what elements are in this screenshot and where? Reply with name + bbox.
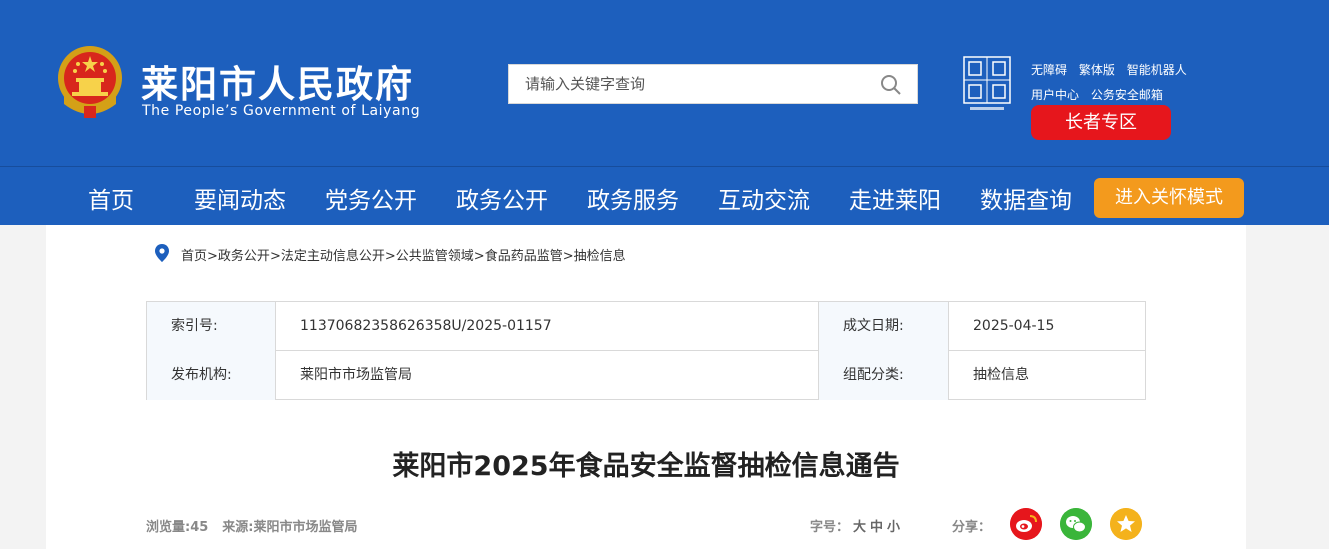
- breadcrumb-item-inspection-info[interactable]: 抽检信息: [574, 249, 626, 264]
- breadcrumb: 首页>政务公开>法定主动信息公开>公共监管领域>食品药品监管>抽检信息: [181, 245, 626, 264]
- font-size-small-button[interactable]: 小: [887, 520, 900, 535]
- nav-item-government-services[interactable]: 政务服务: [587, 181, 679, 215]
- font-size-medium-button[interactable]: 中: [870, 520, 883, 535]
- breadcrumb-item-government-affairs[interactable]: 政务公开: [218, 249, 270, 264]
- yantai-china-logo-icon: [963, 56, 1011, 110]
- care-mode-button[interactable]: 进入关怀模式: [1094, 178, 1244, 218]
- traditional-chinese-link[interactable]: 繁体版: [1079, 63, 1115, 77]
- breadcrumb-separator: >: [473, 249, 485, 264]
- official-email-link[interactable]: 公务安全邮箱: [1091, 88, 1163, 102]
- article-source: 来源:莱阳市市场监管局: [222, 520, 358, 535]
- font-size-control: 字号：大中小: [810, 516, 900, 535]
- document-meta-table: 索引号: 11370682358626358U/2025-01157 成文日期:…: [146, 301, 1146, 400]
- accessibility-link[interactable]: 无障碍: [1031, 63, 1067, 77]
- nav-item-government-affairs[interactable]: 政务公开: [456, 181, 548, 215]
- publisher-label: 发布机构:: [147, 351, 276, 400]
- index-value: 11370682358626358U/2025-01157: [276, 302, 819, 351]
- article-title: 莱阳市2025年食品安全监督抽检信息通告: [392, 451, 900, 482]
- site-subtitle: The People’s Government of Laiyang: [142, 103, 421, 119]
- breadcrumb-separator: >: [269, 249, 281, 264]
- favorite-star-icon[interactable]: [1110, 508, 1142, 540]
- category-label: 组配分类:: [819, 351, 949, 400]
- date-value: 2025-04-15: [973, 318, 1055, 334]
- nav-item-news[interactable]: 要闻动态: [194, 181, 286, 215]
- elder-zone-button[interactable]: 长者专区: [1031, 105, 1171, 140]
- wechat-share-icon[interactable]: [1060, 508, 1092, 540]
- breadcrumb-separator: >: [207, 249, 218, 264]
- breadcrumb-item-statutory-disclosure[interactable]: 法定主动信息公开: [281, 249, 385, 264]
- font-size-large-button[interactable]: 大: [853, 520, 866, 535]
- article-info: 浏览量:45 来源:莱阳市市场监管局: [146, 516, 372, 535]
- view-count: 浏览量:45: [146, 520, 209, 535]
- breadcrumb-separator: >: [562, 249, 574, 264]
- nav-item-data-query[interactable]: 数据查询: [980, 181, 1072, 215]
- search-input[interactable]: [509, 65, 869, 103]
- site-header: 莱阳市人民政府 The People’s Government of Laiya…: [0, 0, 1329, 166]
- weibo-share-icon[interactable]: [1010, 508, 1042, 540]
- category-value: 抽检信息: [973, 367, 1029, 383]
- breadcrumb-item-public-supervision[interactable]: 公共监管领域: [396, 249, 474, 264]
- breadcrumb-item-food-drug[interactable]: 食品药品监管: [485, 249, 563, 264]
- publisher-value: 莱阳市市场监管局: [276, 351, 819, 400]
- nav-item-party-affairs[interactable]: 党务公开: [325, 181, 417, 215]
- location-pin-icon: [155, 244, 169, 262]
- search-box: [508, 64, 918, 104]
- nav-item-interaction[interactable]: 互动交流: [718, 181, 810, 215]
- search-icon[interactable]: [879, 73, 903, 97]
- nav-item-home[interactable]: 首页: [88, 181, 134, 215]
- site-title: 莱阳市人民政府: [141, 63, 414, 106]
- breadcrumb-separator: >: [384, 249, 396, 264]
- national-emblem-icon: [58, 46, 122, 118]
- font-size-label: 字号：: [810, 520, 850, 535]
- utility-links: 无障碍 繁体版 智能机器人 用户中心 公务安全邮箱: [1031, 61, 1195, 103]
- date-label: 成文日期:: [819, 302, 949, 351]
- share-label: 分享：: [952, 520, 992, 535]
- meta-row: 索引号: 11370682358626358U/2025-01157 成文日期:…: [147, 302, 1145, 351]
- nav-item-about-laiyang[interactable]: 走进莱阳: [849, 181, 941, 215]
- main-nav: 首页 要闻动态 党务公开 政务公开 政务服务 互动交流 走进莱阳 数据查询 进入…: [0, 166, 1329, 225]
- smart-robot-link[interactable]: 智能机器人: [1127, 63, 1187, 77]
- user-center-link[interactable]: 用户中心: [1031, 88, 1079, 102]
- index-label: 索引号:: [147, 302, 276, 351]
- meta-row: 发布机构: 莱阳市市场监管局 组配分类: 抽检信息: [147, 351, 1145, 400]
- breadcrumb-item-home[interactable]: 首页: [181, 249, 207, 264]
